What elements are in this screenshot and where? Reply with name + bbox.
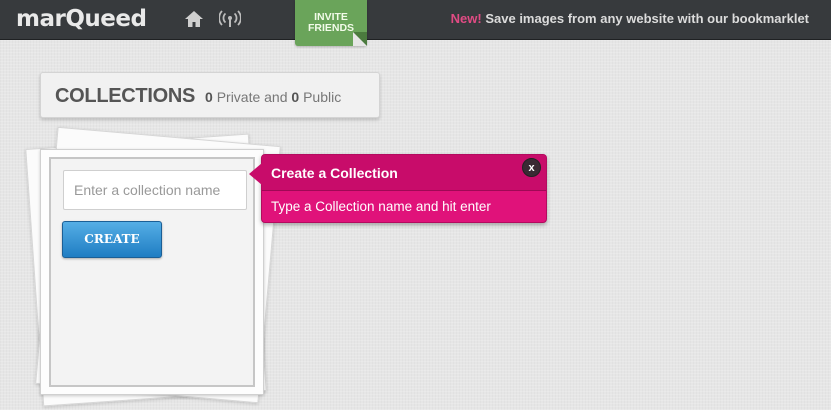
- create-collection-tooltip: Create a Collection x Type a Collection …: [249, 154, 547, 223]
- create-button[interactable]: CREATE: [62, 221, 162, 258]
- collections-header: COLLECTIONS 0 Private and 0 Public: [40, 72, 380, 118]
- collection-name-input[interactable]: [63, 170, 247, 210]
- tooltip-arrow: [249, 163, 262, 185]
- tooltip-header: Create a Collection: [262, 155, 546, 191]
- announcement-text: Save images from any website with our bo…: [485, 11, 809, 26]
- new-collection-card: CREATE: [40, 149, 264, 395]
- home-icon[interactable]: [184, 9, 204, 29]
- private-label: Private and: [216, 89, 288, 105]
- private-count: 0: [205, 89, 213, 105]
- public-label: Public: [303, 89, 342, 105]
- page-curl-corner: [353, 32, 367, 46]
- new-collection-card-inner: CREATE: [49, 157, 255, 387]
- invite-friends-button[interactable]: INVITE FRIENDS: [295, 0, 367, 46]
- public-count: 0: [291, 89, 300, 105]
- marqueed-logo[interactable]: marQueed: [16, 4, 147, 34]
- top-navigation-bar: marQueed INVITE FRIENDS New! Save images…: [0, 0, 831, 46]
- page-title: COLLECTIONS: [55, 85, 196, 107]
- tooltip-body: Type a Collection name and hit enter: [271, 199, 491, 214]
- tooltip-title: Create a Collection: [271, 165, 398, 181]
- collection-counts: 0 Private and 0 Public: [205, 89, 341, 105]
- bookmarklet-announcement[interactable]: New! Save images from any website with o…: [451, 11, 809, 26]
- close-button[interactable]: x: [522, 158, 541, 177]
- signal-icon[interactable]: [219, 10, 241, 28]
- new-badge: New!: [450, 11, 482, 26]
